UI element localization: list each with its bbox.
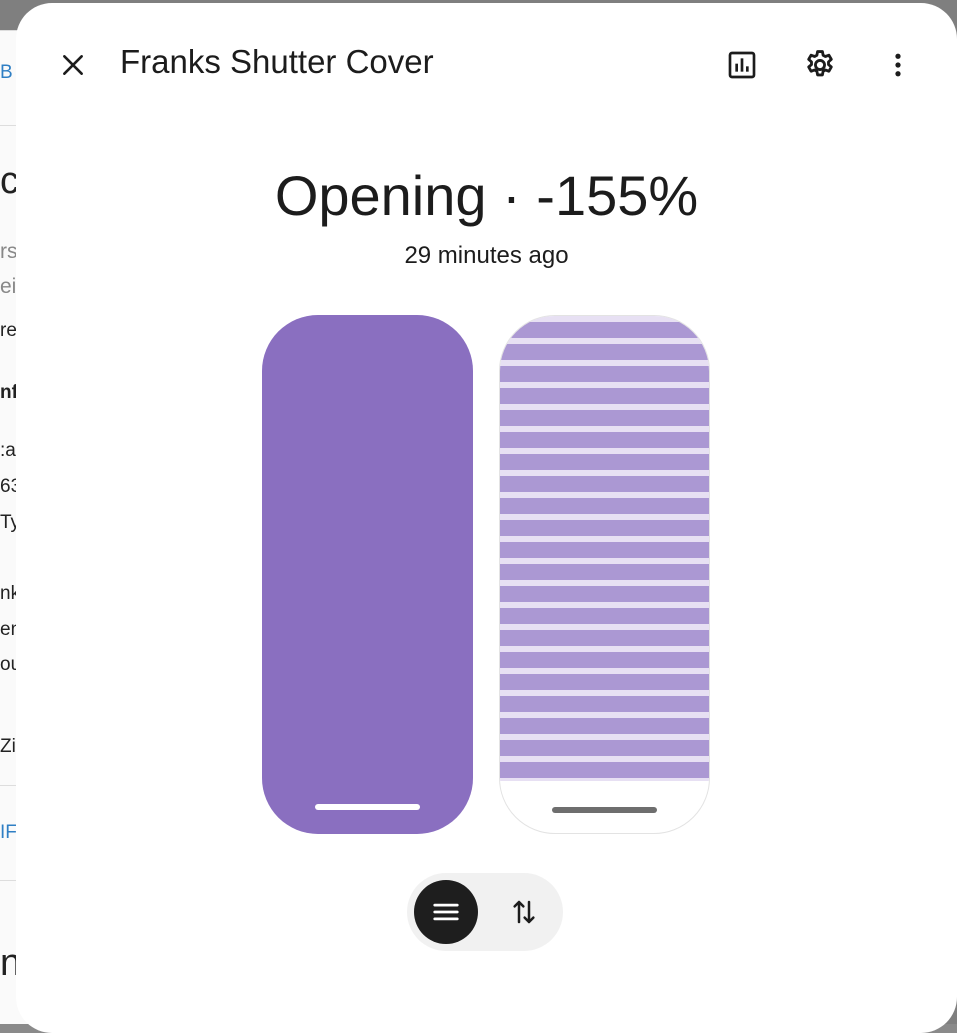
shutter-handle[interactable] — [552, 807, 657, 813]
buttons-mode-button[interactable] — [492, 880, 556, 944]
menu-lines-icon — [433, 903, 459, 921]
position-slider[interactable] — [262, 315, 473, 834]
history-chart-icon — [728, 51, 756, 79]
gear-icon — [807, 50, 833, 77]
position-slider-fill — [262, 315, 473, 834]
last-changed: 29 minutes ago — [404, 242, 569, 269]
position-mode-button[interactable] — [414, 880, 478, 944]
history-button[interactable] — [718, 41, 766, 89]
shutter-visual[interactable] — [499, 315, 710, 834]
close-icon — [63, 55, 83, 75]
settings-button[interactable] — [796, 41, 844, 89]
position-slider-handle[interactable] — [315, 804, 420, 810]
shutter-slats — [500, 316, 709, 782]
mode-toggle — [407, 873, 563, 951]
more-options-button[interactable] — [874, 41, 922, 89]
cover-state: Opening · -155% — [274, 164, 699, 227]
more-vertical-icon — [895, 53, 901, 77]
close-button[interactable] — [53, 45, 93, 85]
dialog-title: Franks Shutter Cover — [120, 43, 434, 80]
more-info-dialog: Franks Shutter Cover Opening · -155% 29 … — [16, 3, 957, 1033]
swap-vertical-arrows-icon — [513, 900, 535, 924]
